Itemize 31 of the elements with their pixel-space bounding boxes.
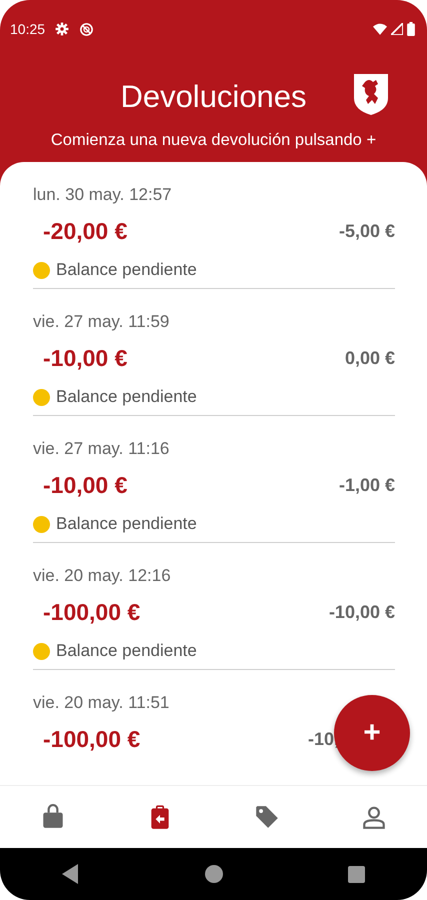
return-date: vie. 27 may. 11:16: [33, 438, 170, 460]
home-icon: [204, 865, 223, 883]
back-icon: [62, 864, 80, 884]
page-title: Devoluciones: [120, 78, 307, 116]
profile-icon: [360, 804, 387, 830]
return-amount: -100,00 €: [43, 598, 140, 627]
balance-amount: -10,00 €: [328, 600, 395, 624]
return-date: lun. 30 may. 12:57: [33, 184, 173, 206]
settings-icon: [55, 22, 70, 36]
status-time: 10:25: [10, 20, 46, 38]
battery-icon: [407, 22, 415, 36]
balance-amount: -1,00 €: [338, 474, 395, 496]
wifi-icon: [373, 23, 387, 35]
recents-icon: [348, 866, 365, 882]
status-label: Balance pendiente: [56, 640, 197, 662]
status-label: Balance pendiente: [56, 513, 197, 536]
status-label: Balance pendiente: [56, 259, 197, 282]
return-amount: -10,00 €: [43, 344, 128, 373]
return-date: vie. 27 may. 11:59: [33, 311, 170, 333]
return-amount: -20,00 €: [43, 216, 128, 246]
return-date: vie. 20 may. 11:51: [33, 692, 170, 714]
signal-icon: [391, 23, 403, 35]
tag-icon: [254, 804, 280, 830]
return-amount: -10,00 €: [43, 470, 128, 500]
return-amount: -100,00 €: [43, 724, 140, 754]
return-date: vie. 20 may. 12:16: [33, 565, 172, 587]
balance-amount: 0,00 €: [344, 346, 395, 370]
balance-amount: -5,00 €: [338, 220, 395, 242]
subtitle: Comienza una nueva devolución pulsando +: [50, 130, 376, 151]
status-label: Balance pendiente: [56, 386, 197, 408]
no-sync-icon: [79, 22, 94, 36]
